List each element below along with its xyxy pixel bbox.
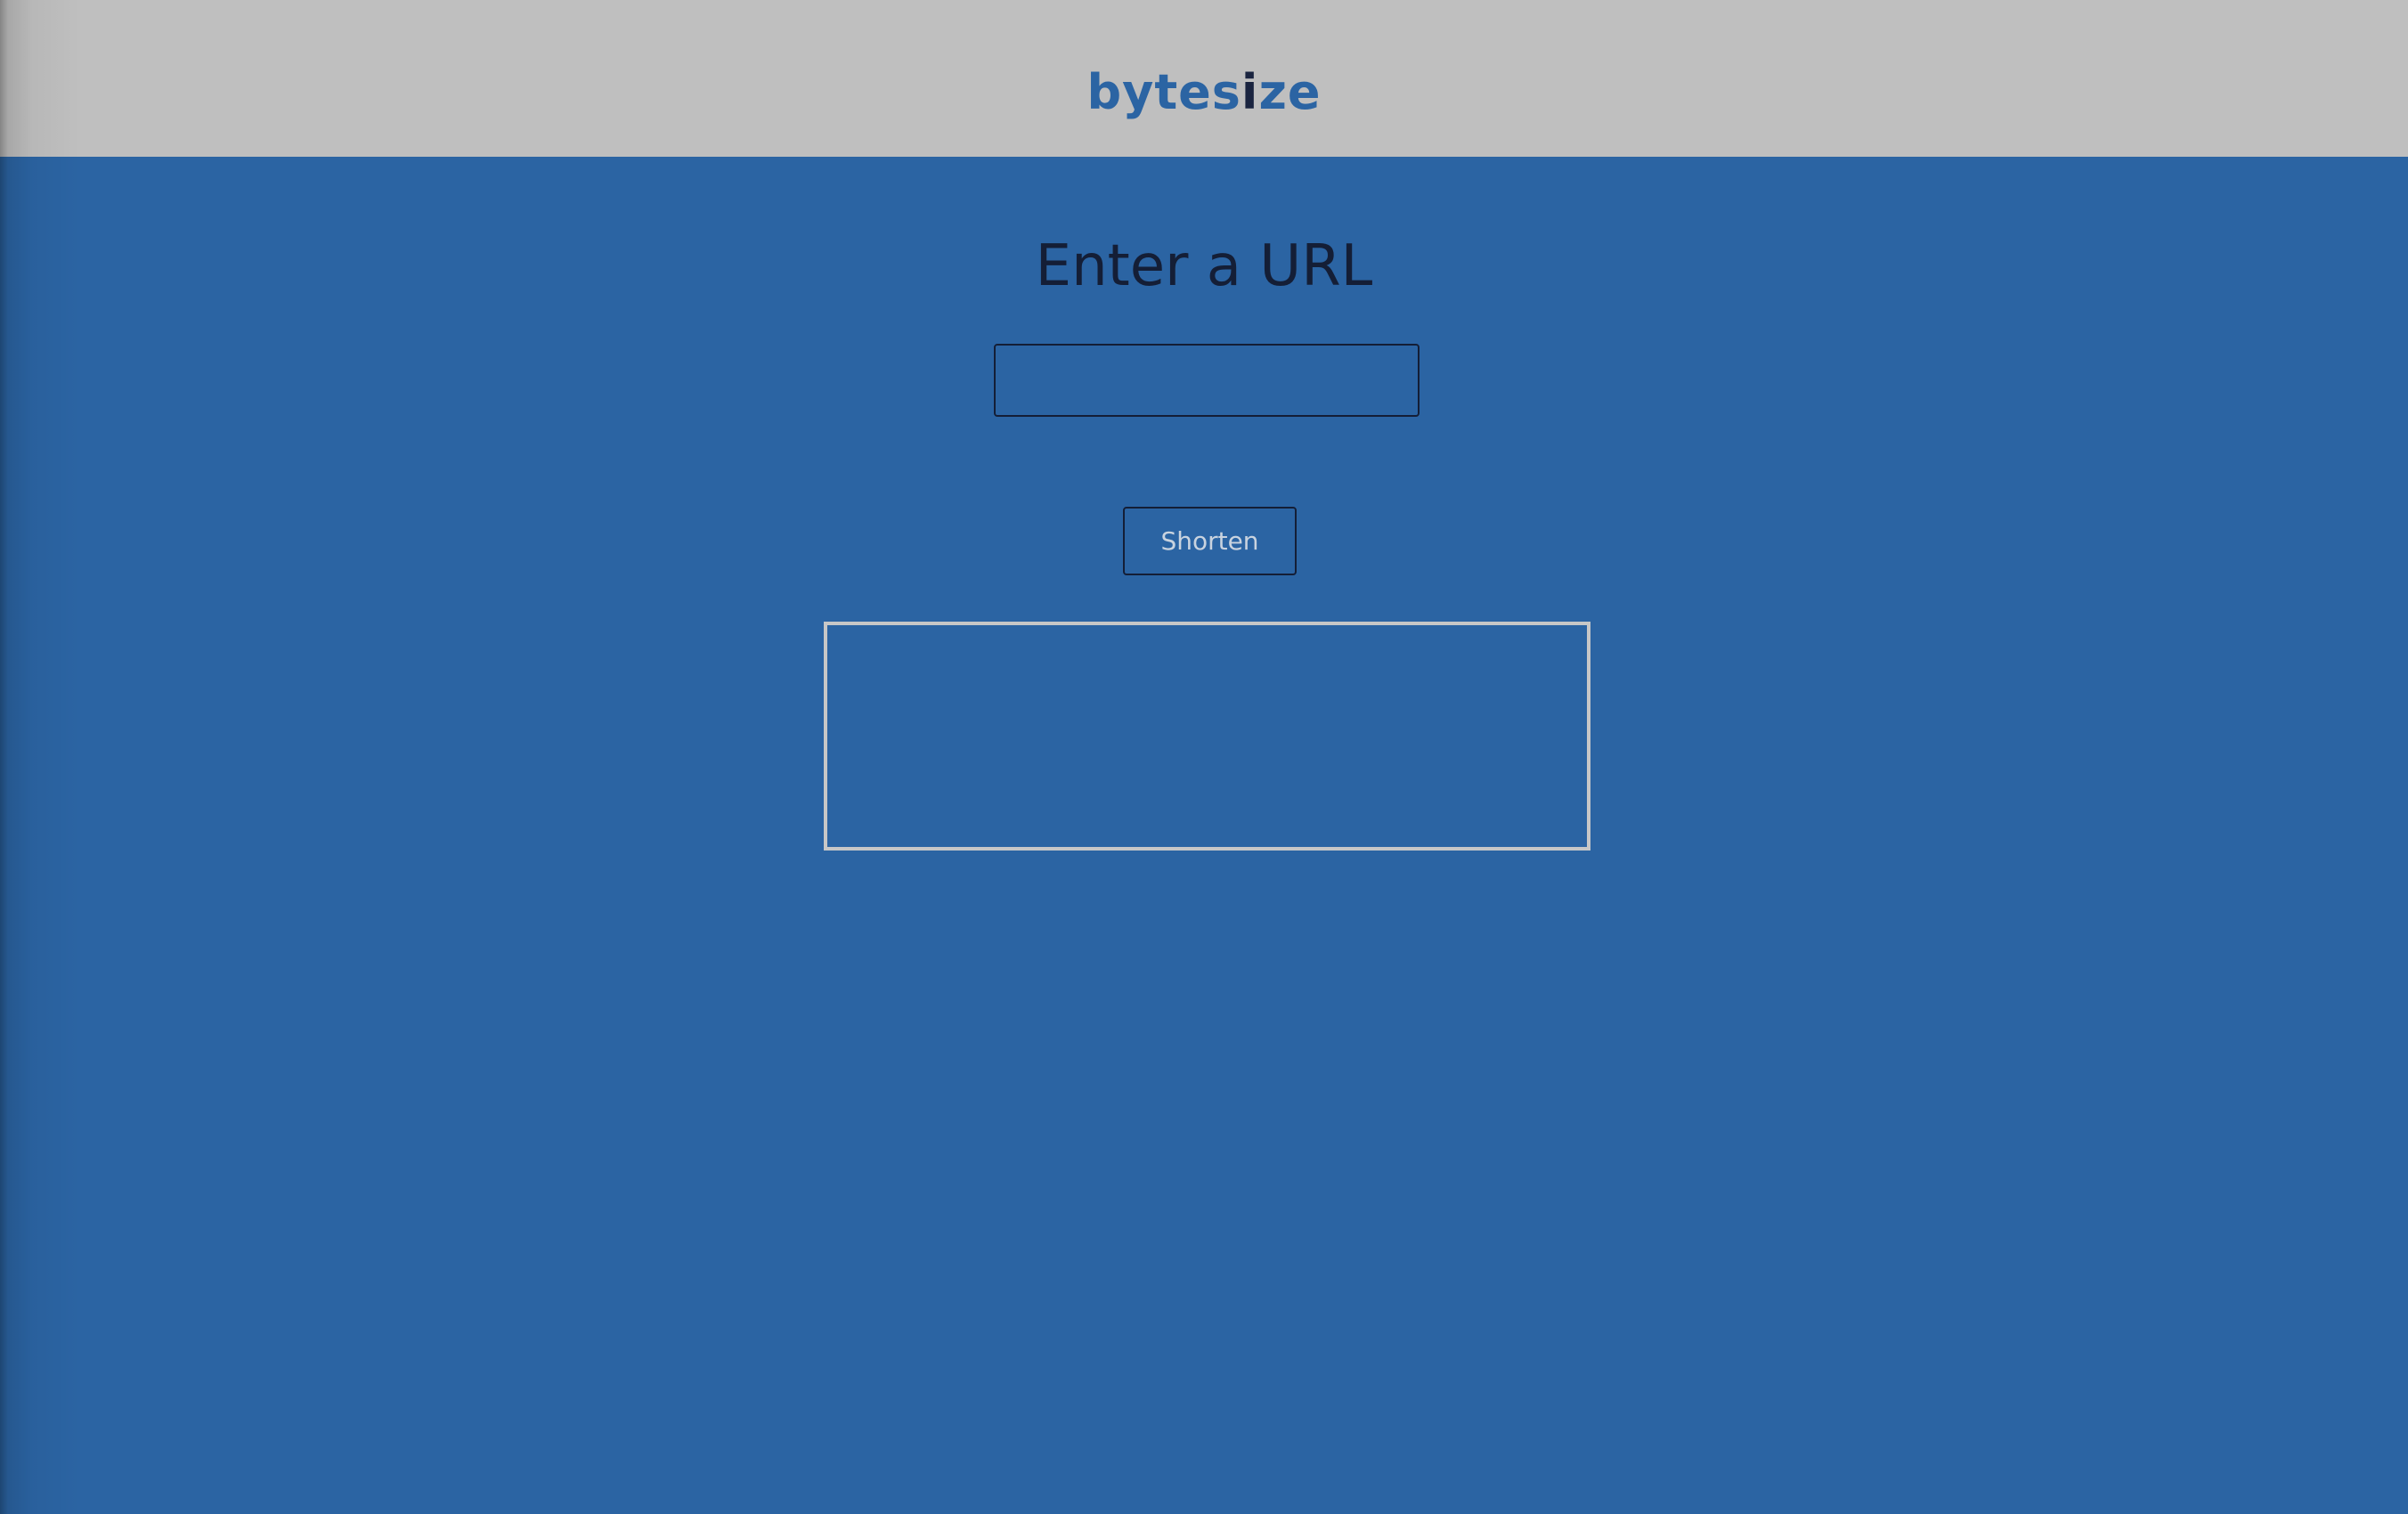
site-header: bytes i ze	[0, 0, 2408, 157]
logo-text-i: i	[1241, 63, 1259, 120]
url-input[interactable]	[994, 344, 1420, 417]
shorten-button[interactable]: Shorten	[1123, 507, 1297, 575]
page-title: Enter a URL	[1035, 233, 1373, 299]
logo-text-ze: ze	[1258, 63, 1322, 120]
logo-text-bytes: bytes	[1086, 63, 1241, 120]
bytesize-logo[interactable]: bytes i ze	[1086, 64, 1321, 120]
shortened-url-result	[824, 622, 1590, 851]
page: bytes i ze Enter a URL Shorten	[0, 0, 2408, 1514]
